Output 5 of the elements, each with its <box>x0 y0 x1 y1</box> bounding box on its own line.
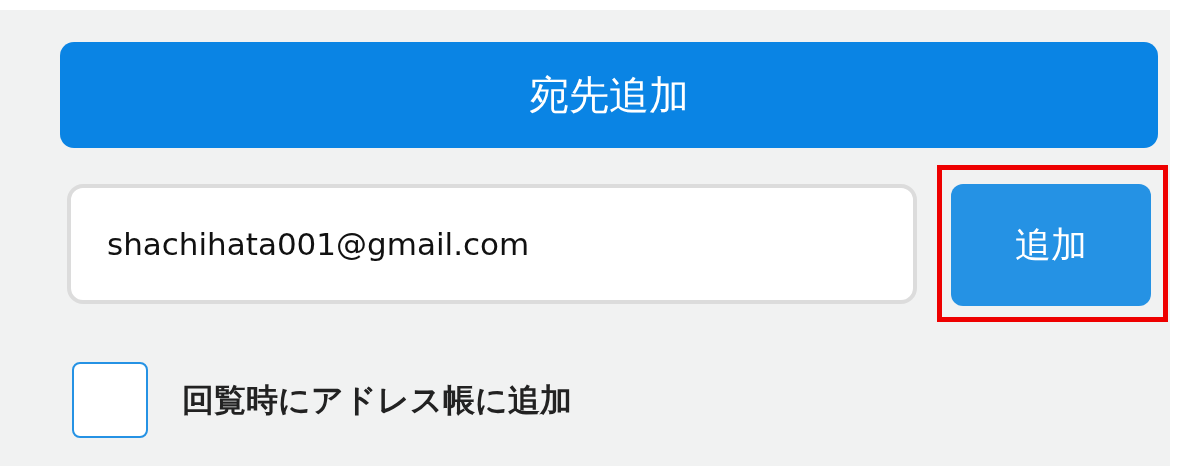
add-button[interactable]: 追加 <box>951 184 1151 306</box>
add-recipient-button[interactable]: 宛先追加 <box>60 42 1158 148</box>
checkbox-label: 回覧時にアドレス帳に追加 <box>182 380 572 421</box>
checkbox[interactable] <box>72 362 148 438</box>
email-input-field[interactable]: shachihata001@gmail.com <box>67 183 917 304</box>
